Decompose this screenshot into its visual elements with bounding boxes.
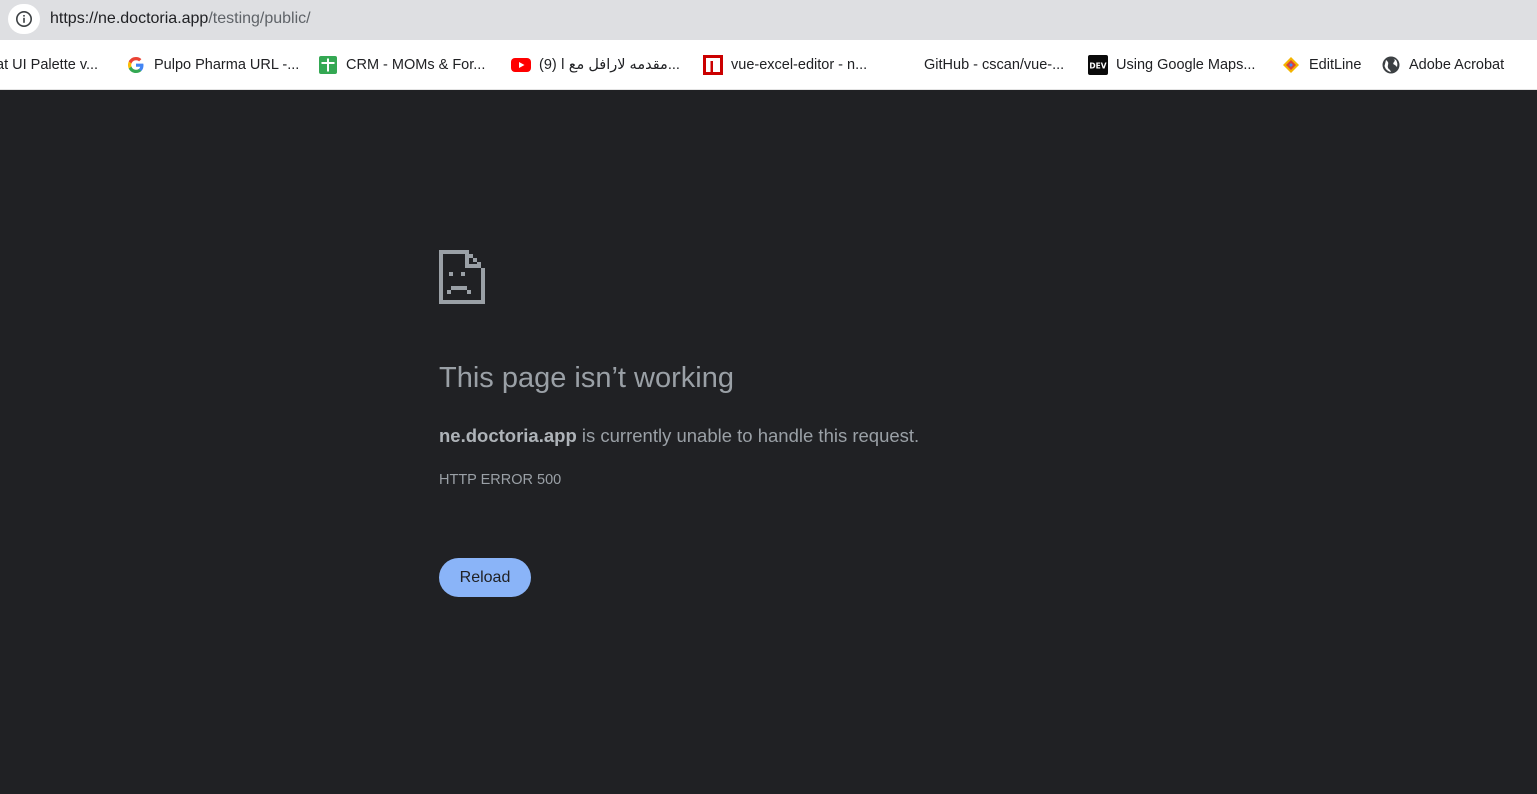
error-title: This page isn’t working [439,362,734,394]
error-message: is currently unable to handle this reque… [576,425,920,446]
bookmark-item[interactable]: Pulpo Pharma URL -... [126,54,299,76]
bookmark-item[interactable]: CRM - MOMs & For... [318,54,485,76]
bookmark-item[interactable]: EditLine [1281,54,1361,76]
bookmarks-bar: at UI Palette v... Pulpo Pharma URL -...… [0,40,1537,90]
bookmark-label: vue-excel-editor - n... [731,57,868,73]
editline-icon [1281,55,1301,75]
bookmark-label: at UI Palette v... [0,57,99,73]
bookmark-item[interactable]: (9) مقدمه لارافل مع ا... [511,54,680,76]
bookmark-item[interactable]: vue-excel-editor - n... [703,54,867,76]
svg-text:DEV: DEV [1089,62,1106,71]
google-icon [126,55,146,75]
site-info-button[interactable] [8,4,40,34]
bookmark-item[interactable]: GitHub - cscan/vue-... [924,54,1064,76]
bookmark-label: CRM - MOMs & For... [346,57,486,73]
bookmark-item[interactable]: at UI Palette v... [0,54,98,76]
bookmark-label: Adobe Acrobat [1409,57,1505,73]
bookmark-label: Using Google Maps... [1116,57,1256,73]
error-description: ne.doctoria.app is currently unable to h… [439,425,919,447]
bookmark-label: Pulpo Pharma URL -... [154,57,300,73]
sheets-icon [318,55,338,75]
globe-icon [1381,55,1401,75]
error-page: This page isn’t working ne.doctoria.app … [0,90,1537,794]
url-path: /testing/public/ [208,10,311,27]
dev-icon: DEV [1088,55,1108,75]
error-code: HTTP ERROR 500 [439,472,562,488]
info-icon [16,11,32,27]
sad-page-icon [439,250,485,304]
url-host: https://ne.doctoria.app [50,10,209,27]
url-field[interactable]: https://ne.doctoria.app/testing/public/ [50,10,311,28]
address-bar: https://ne.doctoria.app/testing/public/ [0,0,1537,40]
bookmark-label: GitHub - cscan/vue-... [924,57,1065,73]
bookmark-item[interactable]: Adobe Acrobat [1381,54,1504,76]
npm-icon [703,55,723,75]
bookmark-label: (9) مقدمه لارافل مع ا... [539,57,680,73]
youtube-icon [511,55,531,75]
reload-button[interactable]: Reload [439,558,531,597]
error-host: ne.doctoria.app [439,425,577,446]
bookmark-label: EditLine [1309,57,1362,73]
bookmark-item[interactable]: DEV Using Google Maps... [1088,54,1255,76]
